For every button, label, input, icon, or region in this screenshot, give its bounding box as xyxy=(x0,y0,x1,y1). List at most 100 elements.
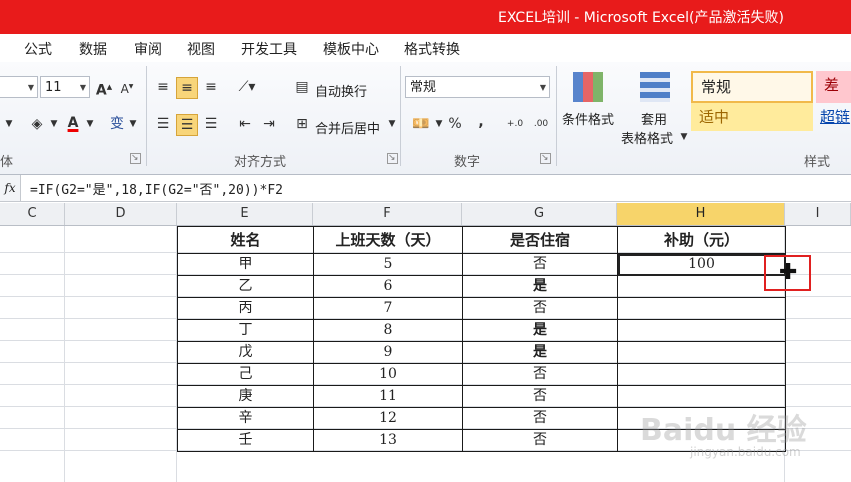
dialog-launcher-icon[interactable]: ↘ xyxy=(130,153,141,164)
decrease-indent-icon[interactable]: ⇤ xyxy=(234,114,256,134)
header-cell-accommodation[interactable]: 是否住宿 xyxy=(462,226,618,254)
column-header-e[interactable]: E xyxy=(177,203,313,225)
dialog-launcher-icon[interactable]: ↘ xyxy=(540,153,551,164)
formula-input[interactable]: =IF(G2="是",18,IF(G2="否",20))*F2 xyxy=(30,179,283,198)
table-cell[interactable]: 丁 xyxy=(177,319,314,342)
chevron-down-icon[interactable]: ▼ xyxy=(4,114,14,134)
table-cell[interactable]: 否 xyxy=(462,385,618,408)
tab-formulas[interactable]: 公式 xyxy=(24,39,52,59)
font-size-combo[interactable]: 11 ▼ xyxy=(40,76,90,98)
font-name-combo[interactable]: ▼ xyxy=(0,76,38,98)
table-format-icon[interactable] xyxy=(640,72,670,102)
header-cell-name[interactable]: 姓名 xyxy=(177,226,314,254)
table-cell[interactable]: 13 xyxy=(313,429,463,452)
chevron-down-icon[interactable]: ▼ xyxy=(128,114,138,134)
column-header-f[interactable]: F xyxy=(313,203,462,225)
table-cell[interactable]: 否 xyxy=(462,407,618,430)
tab-format-convert[interactable]: 格式转换 xyxy=(404,39,460,59)
header-cell-work-days[interactable]: 上班天数（天） xyxy=(313,226,463,254)
table-cell[interactable]: 5 xyxy=(313,253,463,276)
tab-template-center[interactable]: 模板中心 xyxy=(323,39,379,59)
table-cell[interactable]: 7 xyxy=(313,297,463,320)
table-cell[interactable]: 11 xyxy=(313,385,463,408)
table-cell[interactable] xyxy=(617,341,786,364)
table-cell[interactable]: 庚 xyxy=(177,385,314,408)
comma-button[interactable]: , xyxy=(472,112,490,132)
table-cell[interactable]: 戊 xyxy=(177,341,314,364)
grow-font-icon[interactable]: A▲ xyxy=(95,77,113,101)
tab-developer[interactable]: 开发工具 xyxy=(241,39,297,59)
orientation-icon[interactable]: ⟋▾ xyxy=(234,77,260,97)
align-left-icon[interactable]: ☰ xyxy=(152,114,174,134)
cell-style-neutral[interactable]: 适中 xyxy=(691,103,813,131)
chevron-down-icon[interactable]: ▼ xyxy=(679,127,689,147)
table-cell[interactable] xyxy=(617,363,786,386)
chevron-down-icon[interactable]: ▼ xyxy=(85,114,95,134)
column-header-d[interactable]: D xyxy=(65,203,177,225)
table-cell[interactable]: 否 xyxy=(462,363,618,386)
merge-center-button[interactable]: 合并后居中 xyxy=(315,118,380,137)
conditional-format-button[interactable]: 条件格式 xyxy=(562,109,614,128)
table-cell[interactable]: 己 xyxy=(177,363,314,386)
table-cell[interactable]: 丙 xyxy=(177,297,314,320)
column-header-i[interactable]: I xyxy=(785,203,851,225)
header-cell-subsidy[interactable]: 补助（元） xyxy=(617,226,786,254)
table-cell[interactable]: 甲 xyxy=(177,253,314,276)
wrap-text-button[interactable]: 自动换行 xyxy=(315,81,367,100)
wrap-text-icon[interactable]: ▤ xyxy=(292,77,312,97)
align-middle-icon[interactable]: ≡ xyxy=(176,77,198,99)
align-top-icon[interactable]: ≡ xyxy=(152,77,174,97)
currency-icon[interactable]: 💴 xyxy=(410,114,432,134)
align-bottom-icon[interactable]: ≡ xyxy=(200,77,222,97)
crosshair-cursor-icon[interactable]: ✚ xyxy=(779,262,797,284)
table-cell[interactable] xyxy=(617,319,786,342)
active-cell[interactable]: 100 xyxy=(617,253,786,276)
table-cell[interactable]: 否 xyxy=(462,429,618,452)
table-cell[interactable]: 是 xyxy=(462,275,618,298)
table-cell[interactable]: 12 xyxy=(313,407,463,430)
fx-icon[interactable]: fx xyxy=(0,175,21,201)
table-cell[interactable]: 是 xyxy=(462,341,618,364)
decrease-decimal-icon[interactable]: .00 xyxy=(530,114,552,134)
table-cell[interactable]: 6 xyxy=(313,275,463,298)
table-cell[interactable] xyxy=(617,275,786,298)
number-format-combo[interactable]: 常规 ▼ xyxy=(405,76,550,98)
chevron-down-icon[interactable]: ▼ xyxy=(49,114,59,134)
cell-style-bad[interactable]: 差 xyxy=(816,71,851,103)
cell-style-normal[interactable]: 常规 xyxy=(691,71,813,103)
column-header-g[interactable]: G xyxy=(462,203,617,225)
table-cell[interactable]: 壬 xyxy=(177,429,314,452)
shrink-font-icon[interactable]: A▼ xyxy=(118,77,136,99)
merge-center-icon[interactable]: ⊞ xyxy=(292,114,312,134)
table-cell[interactable]: 辛 xyxy=(177,407,314,430)
chevron-down-icon[interactable]: ▼ xyxy=(434,114,444,134)
chevron-down-icon[interactable]: ▼ xyxy=(387,114,397,134)
increase-indent-icon[interactable]: ⇥ xyxy=(258,114,280,134)
table-cell[interactable]: 9 xyxy=(313,341,463,364)
increase-decimal-icon[interactable]: +.0 xyxy=(504,114,526,134)
table-cell[interactable] xyxy=(617,297,786,320)
tab-review[interactable]: 审阅 xyxy=(134,39,162,59)
fill-color-icon[interactable]: ◈ xyxy=(26,114,48,134)
column-header-h[interactable]: H xyxy=(617,203,785,225)
table-cell[interactable]: 10 xyxy=(313,363,463,386)
table-cell[interactable]: 乙 xyxy=(177,275,314,298)
table-cell[interactable]: 否 xyxy=(462,297,618,320)
font-color-icon[interactable]: A xyxy=(62,113,84,133)
table-cell[interactable]: 是 xyxy=(462,319,618,342)
number-format-value: 常规 xyxy=(410,80,437,95)
phonetic-icon[interactable]: 变 xyxy=(106,114,128,134)
align-right-icon[interactable]: ☰ xyxy=(200,114,222,134)
column-header-c[interactable]: C xyxy=(0,203,65,225)
tab-data[interactable]: 数据 xyxy=(79,39,107,59)
dialog-launcher-icon[interactable]: ↘ xyxy=(387,153,398,164)
table-cell[interactable]: 8 xyxy=(313,319,463,342)
percent-button[interactable]: % xyxy=(446,114,464,134)
tab-view[interactable]: 视图 xyxy=(187,39,215,59)
table-format-label-2[interactable]: 表格格式 xyxy=(621,128,673,147)
conditional-format-icon[interactable] xyxy=(573,72,603,102)
align-center-icon[interactable]: ☰ xyxy=(176,114,198,136)
table-format-label-1[interactable]: 套用 xyxy=(641,109,667,128)
table-cell[interactable]: 否 xyxy=(462,253,618,276)
cell-style-hyperlink[interactable]: 超链 xyxy=(816,103,851,131)
